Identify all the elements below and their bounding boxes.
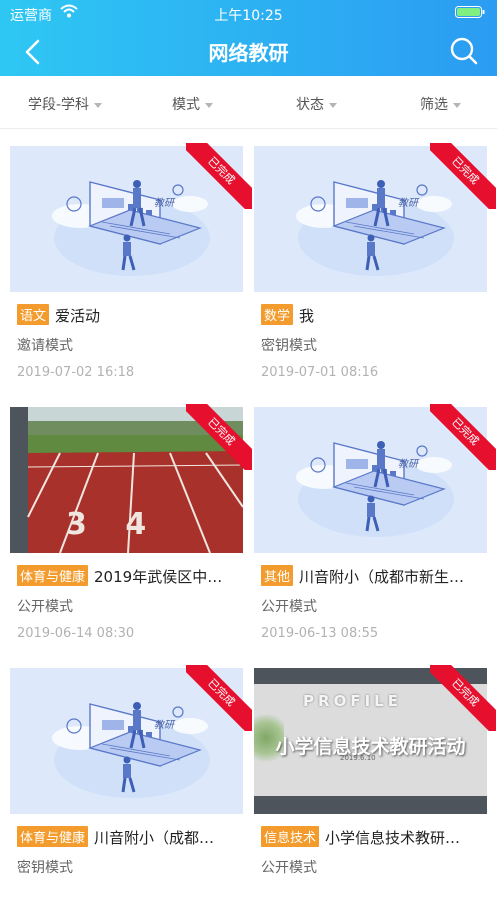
subject-tag: 体育与健康 <box>17 826 89 847</box>
card-title-row: 语文 爱活动 <box>17 304 243 326</box>
slide-bottom-bar <box>254 796 487 814</box>
card-mode: 密钥模式 <box>17 860 73 876</box>
subject-tag: 其他 <box>261 565 294 586</box>
illustration-caption: 教研 <box>398 198 418 209</box>
card-title-row: 信息技术 小学信息技术教研… <box>261 826 487 848</box>
filter-stage-subject[interactable]: 学段-学科 <box>28 94 103 114</box>
dropdown-caret-icon <box>205 102 213 108</box>
card-title: 川音附小（成都… <box>94 829 215 847</box>
card-date: 2019-06-14 08:30 <box>17 626 135 641</box>
filter-label: 学段-学科 <box>28 97 90 113</box>
card-mode: 邀请模式 <box>17 338 73 354</box>
completed-badge: 已完成 <box>430 665 496 731</box>
card-title: 小学信息技术教研… <box>325 829 461 847</box>
dropdown-caret-icon <box>94 102 103 108</box>
illustration-caption: 教研 <box>154 198 174 209</box>
slide-heading: PROFILE <box>303 692 402 710</box>
slide-date: 2019.6.10 <box>340 754 376 762</box>
card-mode: 公开模式 <box>261 599 317 615</box>
card-mode: 公开模式 <box>261 860 317 876</box>
activity-card[interactable]: 3 4 已完成 体育与健康 2019年武侯区中… 公开模式 2019-06-14 … <box>10 404 252 657</box>
completed-badge: 已完成 <box>430 143 496 209</box>
activity-card[interactable]: 教研 已完成 体育与健康 川音附小（成都… 密钥模式 <box>10 665 252 918</box>
card-title: 我 <box>299 307 315 325</box>
subject-tag: 体育与健康 <box>17 565 89 586</box>
dropdown-caret-icon <box>329 102 337 108</box>
completed-badge: 已完成 <box>186 665 252 731</box>
activity-card[interactable]: 教研 已完成 其他 川音附小（成都市新生… 公开模式 2019-06-13 08:… <box>254 404 496 657</box>
card-mode: 公开模式 <box>17 599 73 615</box>
subject-tag: 数学 <box>261 304 294 325</box>
card-title-row: 数学我 <box>261 304 487 326</box>
filter-more[interactable]: 筛选 <box>420 94 461 114</box>
illustration-caption: 教研 <box>398 459 418 470</box>
battery-icon <box>455 6 485 18</box>
completed-badge: 已完成 <box>186 143 252 209</box>
card-date: 2019-06-13 08:55 <box>261 626 379 641</box>
search-icon[interactable] <box>449 36 479 66</box>
filter-label: 状态 <box>296 97 324 113</box>
status-bar: 运营商 上午10:25 <box>0 0 497 26</box>
card-title-row: 体育与健康 2019年武侯区中… <box>17 565 243 587</box>
subject-tag: 信息技术 <box>261 826 320 847</box>
illustration-caption: 教研 <box>154 720 174 731</box>
card-title: 爱活动 <box>55 307 101 325</box>
card-title-row: 体育与健康 川音附小（成都… <box>17 826 243 848</box>
dropdown-caret-icon <box>453 102 461 108</box>
filter-status[interactable]: 状态 <box>296 94 337 114</box>
activity-card[interactable]: 教研 已完成 语文 爱活动 邀请模式 2019-07-02 16:18 <box>10 143 252 396</box>
card-title-row: 其他 川音附小（成都市新生… <box>261 565 487 587</box>
card-title: 2019年武侯区中… <box>94 568 223 586</box>
filter-bar: 学段-学科 模式 状态 筛选 <box>0 76 497 129</box>
card-mode: 密钥模式 <box>261 338 317 354</box>
filter-label: 筛选 <box>420 97 448 113</box>
completed-badge: 已完成 <box>430 404 496 470</box>
completed-badge: 已完成 <box>186 404 252 470</box>
activity-card[interactable]: PROFILE 小学信息技术教研活动 2019.6.10 已完成 信息技术 小学信… <box>254 665 496 918</box>
subject-tag: 语文 <box>17 304 50 325</box>
filter-mode[interactable]: 模式 <box>172 94 213 114</box>
card-date: 2019-07-01 08:16 <box>261 365 379 380</box>
status-time: 上午10:25 <box>214 8 283 24</box>
card-title: 川音附小（成都市新生… <box>299 568 465 586</box>
activity-card[interactable]: 教研 已完成 数学我 密钥模式 2019-07-01 08:16 <box>254 143 496 396</box>
app-header: 运营商 上午10:25 网络教研 <box>0 0 497 76</box>
page-title: 网络教研 <box>208 41 289 65</box>
filter-label: 模式 <box>172 97 200 113</box>
track-lane-numbers: 3 4 <box>66 507 161 542</box>
card-date: 2019-07-02 16:18 <box>17 365 135 380</box>
